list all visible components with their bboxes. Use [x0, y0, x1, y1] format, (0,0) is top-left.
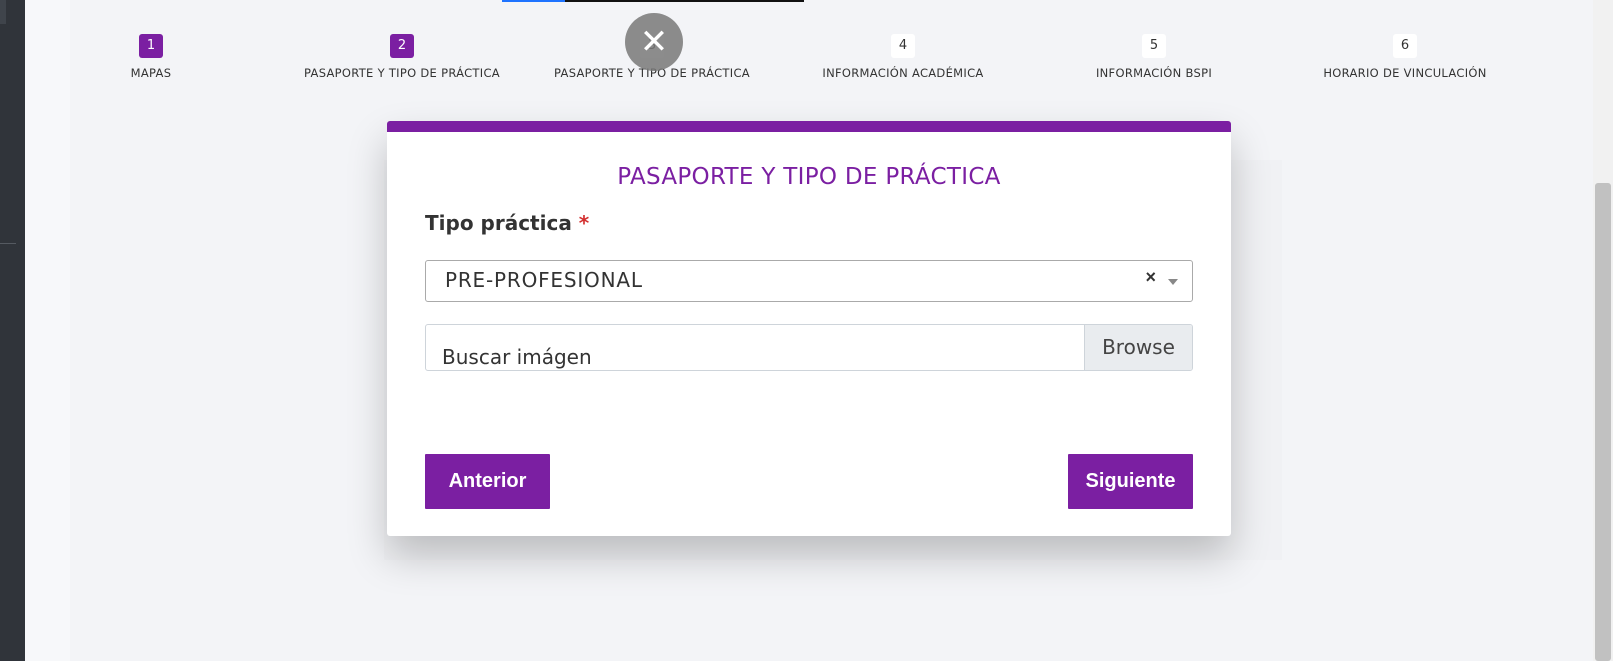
- tipo-practica-select[interactable]: PRE-PROFESIONAL ×: [425, 260, 1193, 302]
- step-label: HORARIO DE VINCULACIÓN: [1323, 66, 1487, 80]
- step-4[interactable]: 4 INFORMACIÓN ACADÉMICA: [773, 34, 1033, 80]
- step-number: 2: [390, 34, 414, 58]
- step-label: PASAPORTE Y TIPO DE PRÁCTICA: [304, 66, 500, 80]
- step-label: INFORMACIÓN ACADÉMICA: [822, 66, 984, 80]
- step-number: 1: [139, 34, 163, 58]
- clear-selection-icon[interactable]: ×: [1145, 267, 1156, 288]
- select-value: PRE-PROFESIONAL: [445, 268, 643, 292]
- previous-button[interactable]: Anterior: [425, 454, 550, 509]
- image-file-input[interactable]: Buscar imágen Browse: [425, 324, 1193, 371]
- left-rail: [0, 0, 25, 661]
- field-label-text: Tipo práctica: [425, 211, 572, 235]
- top-dark-strip: [565, 0, 804, 2]
- required-mark: *: [578, 211, 590, 235]
- rail-divider: [0, 243, 16, 244]
- next-button[interactable]: Siguiente: [1068, 454, 1193, 509]
- file-placeholder: Buscar imágen: [442, 345, 592, 369]
- form-card: PASAPORTE Y TIPO DE PRÁCTICA Tipo prácti…: [387, 121, 1231, 536]
- rail-nub: [0, 0, 6, 24]
- wizard-stepper: 1 MAPAS 2 PASAPORTE Y TIPO DE PRÁCTICA 3…: [0, 34, 1613, 94]
- top-progress-strip: [502, 0, 565, 2]
- dropdown-arrow-icon[interactable]: [1168, 279, 1178, 285]
- card-title: PASAPORTE Y TIPO DE PRÁCTICA: [617, 164, 1001, 190]
- step-number: 6: [1393, 34, 1417, 58]
- step-5[interactable]: 5 INFORMACIÓN BSPI: [1024, 34, 1284, 80]
- step-label: INFORMACIÓN BSPI: [1095, 66, 1213, 80]
- step-label: MAPAS: [130, 66, 172, 80]
- browse-button[interactable]: Browse: [1084, 325, 1192, 370]
- step-1[interactable]: 1 MAPAS: [21, 34, 281, 80]
- scrollbar-track[interactable]: [1593, 0, 1613, 661]
- step-number: 5: [1142, 34, 1166, 58]
- step-2[interactable]: 2 PASAPORTE Y TIPO DE PRÁCTICA: [272, 34, 532, 80]
- tipo-practica-label: Tipo práctica *: [425, 211, 589, 235]
- left-shade: [25, 0, 70, 661]
- scrollbar-thumb[interactable]: [1595, 183, 1611, 661]
- step-number: 4: [891, 34, 915, 58]
- step-6[interactable]: 6 HORARIO DE VINCULACIÓN: [1275, 34, 1535, 80]
- close-icon[interactable]: ✕: [625, 13, 683, 71]
